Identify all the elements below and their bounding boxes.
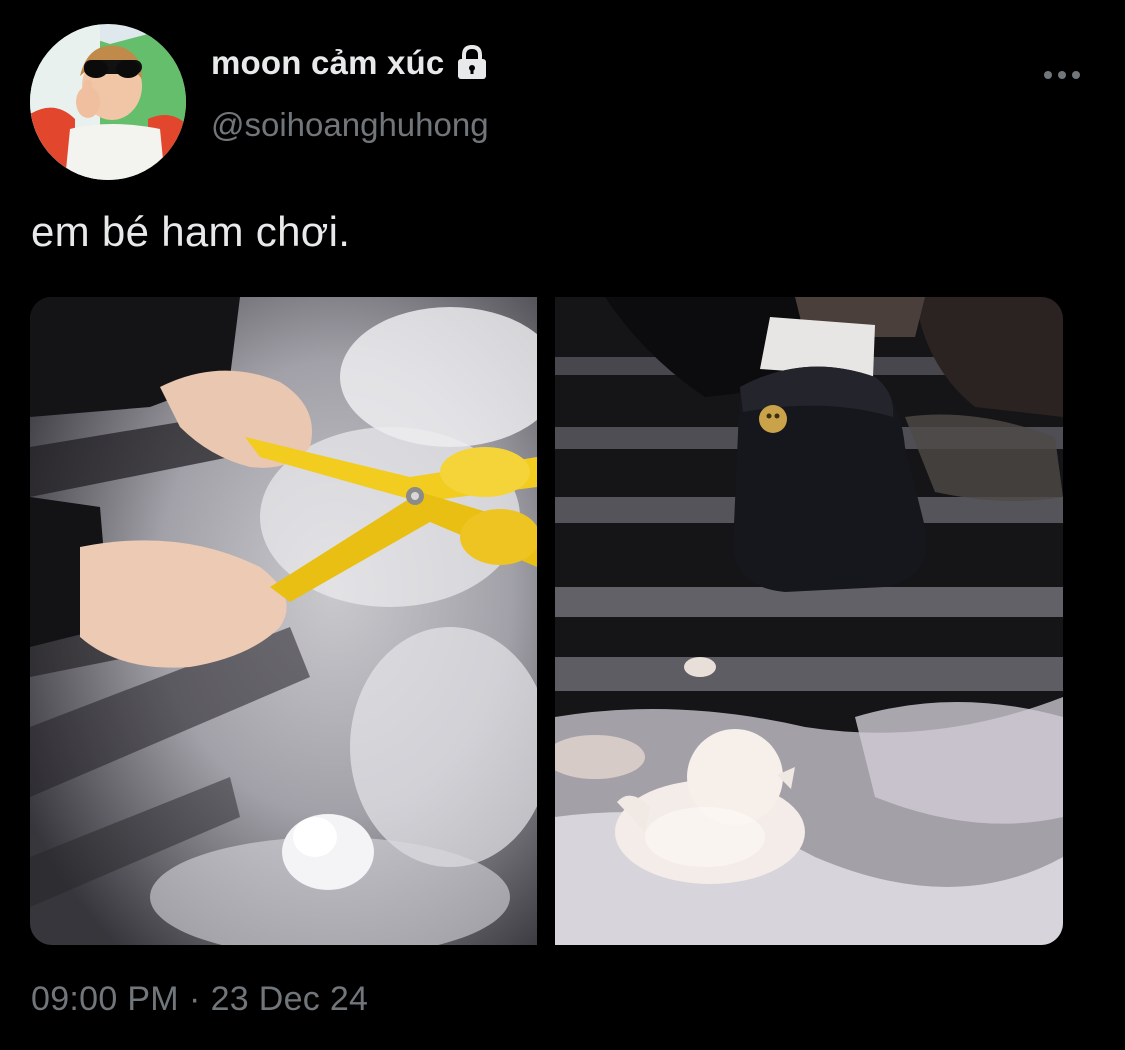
author-name-row[interactable]: moon cảm xúc bbox=[211, 40, 490, 86]
lock-icon bbox=[454, 43, 490, 83]
media-grid bbox=[30, 297, 1063, 945]
author-display-name[interactable]: moon cảm xúc bbox=[211, 44, 444, 82]
tweet-text: em bé ham chơi. bbox=[31, 208, 351, 255]
tweet: moon cảm xúc @soihoanghuhong em bé ham c… bbox=[0, 0, 1125, 1050]
avatar[interactable] bbox=[30, 24, 186, 180]
photo-snowball-maker[interactable] bbox=[30, 297, 537, 945]
tweet-date: 23 Dec 24 bbox=[210, 980, 369, 1018]
tweet-timestamp[interactable]: 09:00 PM · 23 Dec 24 bbox=[31, 980, 368, 1019]
timestamp-separator: · bbox=[188, 980, 201, 1018]
photo-snow-duck-image bbox=[555, 297, 1063, 945]
photo-snowball-maker-image bbox=[30, 297, 537, 945]
author-handle[interactable]: @soihoanghuhong bbox=[211, 106, 489, 144]
more-options-button[interactable] bbox=[1036, 58, 1088, 92]
tweet-time: 09:00 PM bbox=[31, 980, 179, 1018]
ellipsis-icon bbox=[1044, 71, 1080, 79]
photo-snow-duck[interactable] bbox=[555, 297, 1063, 945]
avatar-image bbox=[30, 24, 186, 180]
